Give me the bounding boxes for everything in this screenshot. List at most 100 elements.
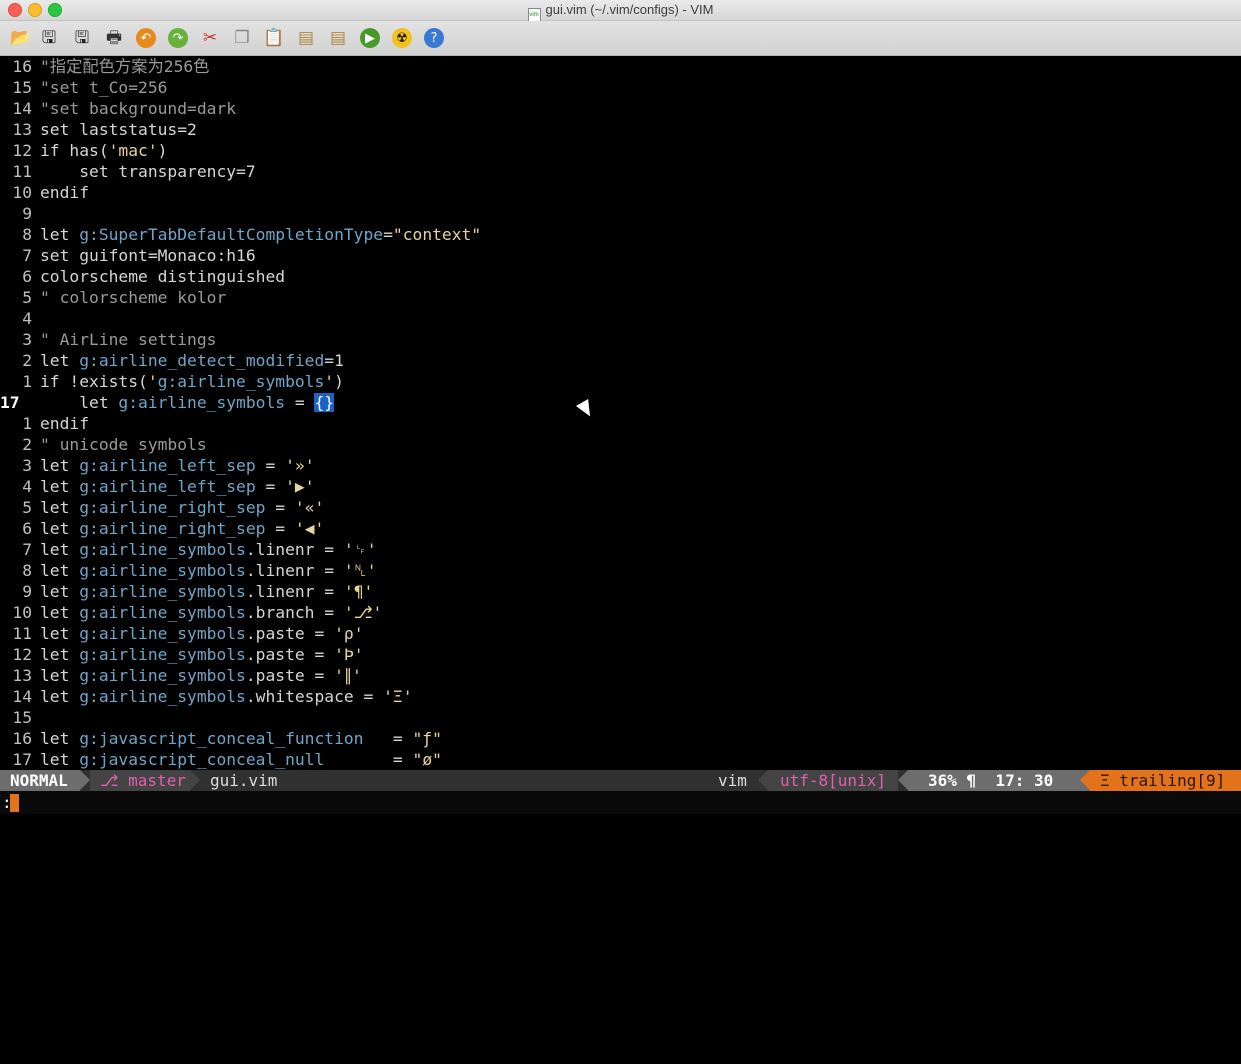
git-branch: ⎇ master xyxy=(90,770,190,791)
line-number: 2 xyxy=(22,351,32,370)
line-number: 13 xyxy=(12,666,32,685)
paste-icon[interactable]: 📋 xyxy=(261,25,287,51)
airline-statusline: NORMAL ⎇ master gui.vim vim utf-8[unix] … xyxy=(0,770,1241,791)
line-text: colorscheme distinguished xyxy=(40,267,286,286)
radioactive-icon[interactable]: ☢ xyxy=(389,25,415,51)
line-number: 17 xyxy=(0,393,20,412)
line-number: 8 xyxy=(22,561,32,580)
code-line[interactable]: 3 let g:airline_left_sep = '»' xyxy=(0,455,1241,476)
line-text: let g:airline_detect_modified=1 xyxy=(40,351,344,370)
line-text: if has('mac') xyxy=(40,141,168,160)
title-bar: vim gui.vim (~/.vim/configs) - VIM xyxy=(0,0,1241,23)
code-line[interactable]: 3 " AirLine settings xyxy=(0,329,1241,350)
line-number: 12 xyxy=(12,141,32,160)
separator-left-icon xyxy=(1080,770,1090,790)
redo-icon[interactable]: ↷ xyxy=(165,25,191,51)
code-line[interactable]: 10 let g:airline_symbols.branch = '⎇' xyxy=(0,602,1241,623)
separator-left-icon xyxy=(758,770,768,790)
code-line[interactable]: 15 xyxy=(0,707,1241,728)
line-text: "指定配色方案为256色 xyxy=(40,57,210,76)
line-number: 5 xyxy=(22,498,32,517)
line-number: 6 xyxy=(22,267,32,286)
line-number: 10 xyxy=(12,183,32,202)
vim-window: vim gui.vim (~/.vim/configs) - VIM 📂 🖫 🖫 … xyxy=(0,0,1241,814)
line-number: 1 xyxy=(22,372,32,391)
code-line[interactable]: 7 let g:airline_symbols.linenr = '␊' xyxy=(0,539,1241,560)
load-session-icon[interactable]: ▤ xyxy=(293,25,319,51)
code-line[interactable]: 12 let g:airline_symbols.paste = 'Þ' xyxy=(0,644,1241,665)
file-encoding: utf-8[unix] xyxy=(768,770,898,791)
code-line[interactable]: 12 if has('mac') xyxy=(0,140,1241,161)
code-line[interactable]: 14 "set background=dark xyxy=(0,98,1241,119)
code-line[interactable]: 4 let g:airline_left_sep = '▶' xyxy=(0,476,1241,497)
code-line[interactable]: 4 xyxy=(0,308,1241,329)
cut-icon[interactable]: ✂ xyxy=(197,25,223,51)
file-type: vim xyxy=(718,771,747,790)
code-line[interactable]: 13 let g:airline_symbols.paste = '∥' xyxy=(0,665,1241,686)
undo-icon[interactable]: ↶ xyxy=(133,25,159,51)
help-icon[interactable]: ? xyxy=(421,25,447,51)
code-line[interactable]: 6 colorscheme distinguished xyxy=(0,266,1241,287)
save-all-icon[interactable]: 🖫 xyxy=(69,25,95,51)
toolbar: 📂 🖫 🖫 🖶 ↶ ↷ ✂ ❐ 📋 ▤ ▤ ▶ ☢ ? xyxy=(0,21,1241,56)
save-session-icon[interactable]: ▤ xyxy=(325,25,351,51)
code-line[interactable]: 9 xyxy=(0,203,1241,224)
run-icon[interactable]: ▶ xyxy=(357,25,383,51)
line-number: 14 xyxy=(12,99,32,118)
command-line[interactable]: : xyxy=(0,791,1241,814)
code-line[interactable]: 9 let g:airline_symbols.linenr = '¶' xyxy=(0,581,1241,602)
line-text: endif xyxy=(40,414,90,433)
window-title: vim gui.vim (~/.vim/configs) - VIM xyxy=(0,2,1241,23)
code-line[interactable]: 11 let g:airline_symbols.paste = 'ρ' xyxy=(0,623,1241,644)
line-number: 7 xyxy=(22,540,32,559)
line-number: 13 xyxy=(12,120,32,139)
line-text: let g:airline_symbols.paste = '∥' xyxy=(40,666,362,685)
line-text: let g:airline_left_sep = '»' xyxy=(40,456,315,475)
code-line[interactable]: 1 endif xyxy=(0,413,1241,434)
line-text: set guifont=Monaco:h16 xyxy=(40,246,256,265)
trailing-whitespace-warning: Ξ trailing[9] xyxy=(1090,770,1241,791)
code-line[interactable]: 8 let g:airline_symbols.linenr = '␤' xyxy=(0,560,1241,581)
code-line[interactable]: 16 "指定配色方案为256色 xyxy=(0,56,1241,77)
code-line[interactable]: 14 let g:airline_symbols.whitespace = 'Ξ' xyxy=(0,686,1241,707)
line-number: 14 xyxy=(12,687,32,706)
line-number: 6 xyxy=(22,519,32,538)
save-icon[interactable]: 🖫 xyxy=(36,25,62,51)
code-line[interactable]: 16 let g:javascript_conceal_function = "ƒ… xyxy=(0,728,1241,749)
line-number: 11 xyxy=(12,624,32,643)
line-number: 16 xyxy=(12,57,32,76)
line-number: 12 xyxy=(12,645,32,664)
line-text: let g:SuperTabDefaultCompletionType="con… xyxy=(40,225,482,244)
line-text: let g:airline_symbols.paste = 'ρ' xyxy=(40,624,364,643)
line-text: " unicode symbols xyxy=(40,435,207,454)
code-line[interactable]: 6 let g:airline_right_sep = '◀' xyxy=(0,518,1241,539)
line-text: if !exists('g:airline_symbols') xyxy=(40,372,344,391)
line-number: 1 xyxy=(22,414,32,433)
copy-icon[interactable]: ❐ xyxy=(229,25,255,51)
code-line[interactable]: 1 if !exists('g:airline_symbols') xyxy=(0,371,1241,392)
code-line[interactable]: 8 let g:SuperTabDefaultCompletionType="co… xyxy=(0,224,1241,245)
text-cursor xyxy=(10,794,19,812)
code-line[interactable]: 2 " unicode symbols xyxy=(0,434,1241,455)
line-text: let g:airline_symbols.linenr = '␤' xyxy=(40,561,377,580)
line-text: let g:airline_symbols.whitespace = 'Ξ' xyxy=(40,687,413,706)
line-number: 3 xyxy=(22,456,32,475)
line-text: "set background=dark xyxy=(40,99,237,118)
line-number: 9 xyxy=(22,582,32,601)
code-line[interactable]: 10 endif xyxy=(0,182,1241,203)
code-line[interactable]: 5 let g:airline_right_sep = '«' xyxy=(0,497,1241,518)
code-line[interactable]: 7 set guifont=Monaco:h16 xyxy=(0,245,1241,266)
current-line[interactable]: 17 let g:airline_symbols = {} xyxy=(0,392,1241,413)
code-line[interactable]: 13 set laststatus=2 xyxy=(0,119,1241,140)
line-text: let g:javascript_conceal_function = "ƒ" xyxy=(40,729,442,748)
code-line[interactable]: 11 set transparency=7 xyxy=(0,161,1241,182)
code-line[interactable]: 2 let g:airline_detect_modified=1 xyxy=(0,350,1241,371)
print-icon[interactable]: 🖶 xyxy=(101,25,127,51)
code-line[interactable]: 17 let g:javascript_conceal_null = "ø" xyxy=(0,749,1241,770)
line-text: set transparency=7 xyxy=(40,162,256,181)
code-line[interactable]: 15 "set t_Co=256 xyxy=(0,77,1241,98)
code-line[interactable]: 5 " colorscheme kolor xyxy=(0,287,1241,308)
line-number: 8 xyxy=(22,225,32,244)
open-file-icon[interactable]: 📂 xyxy=(8,25,34,51)
editor-buffer[interactable]: 16 "指定配色方案为256色 15 "set t_Co=256 14 "set back… xyxy=(0,56,1241,770)
